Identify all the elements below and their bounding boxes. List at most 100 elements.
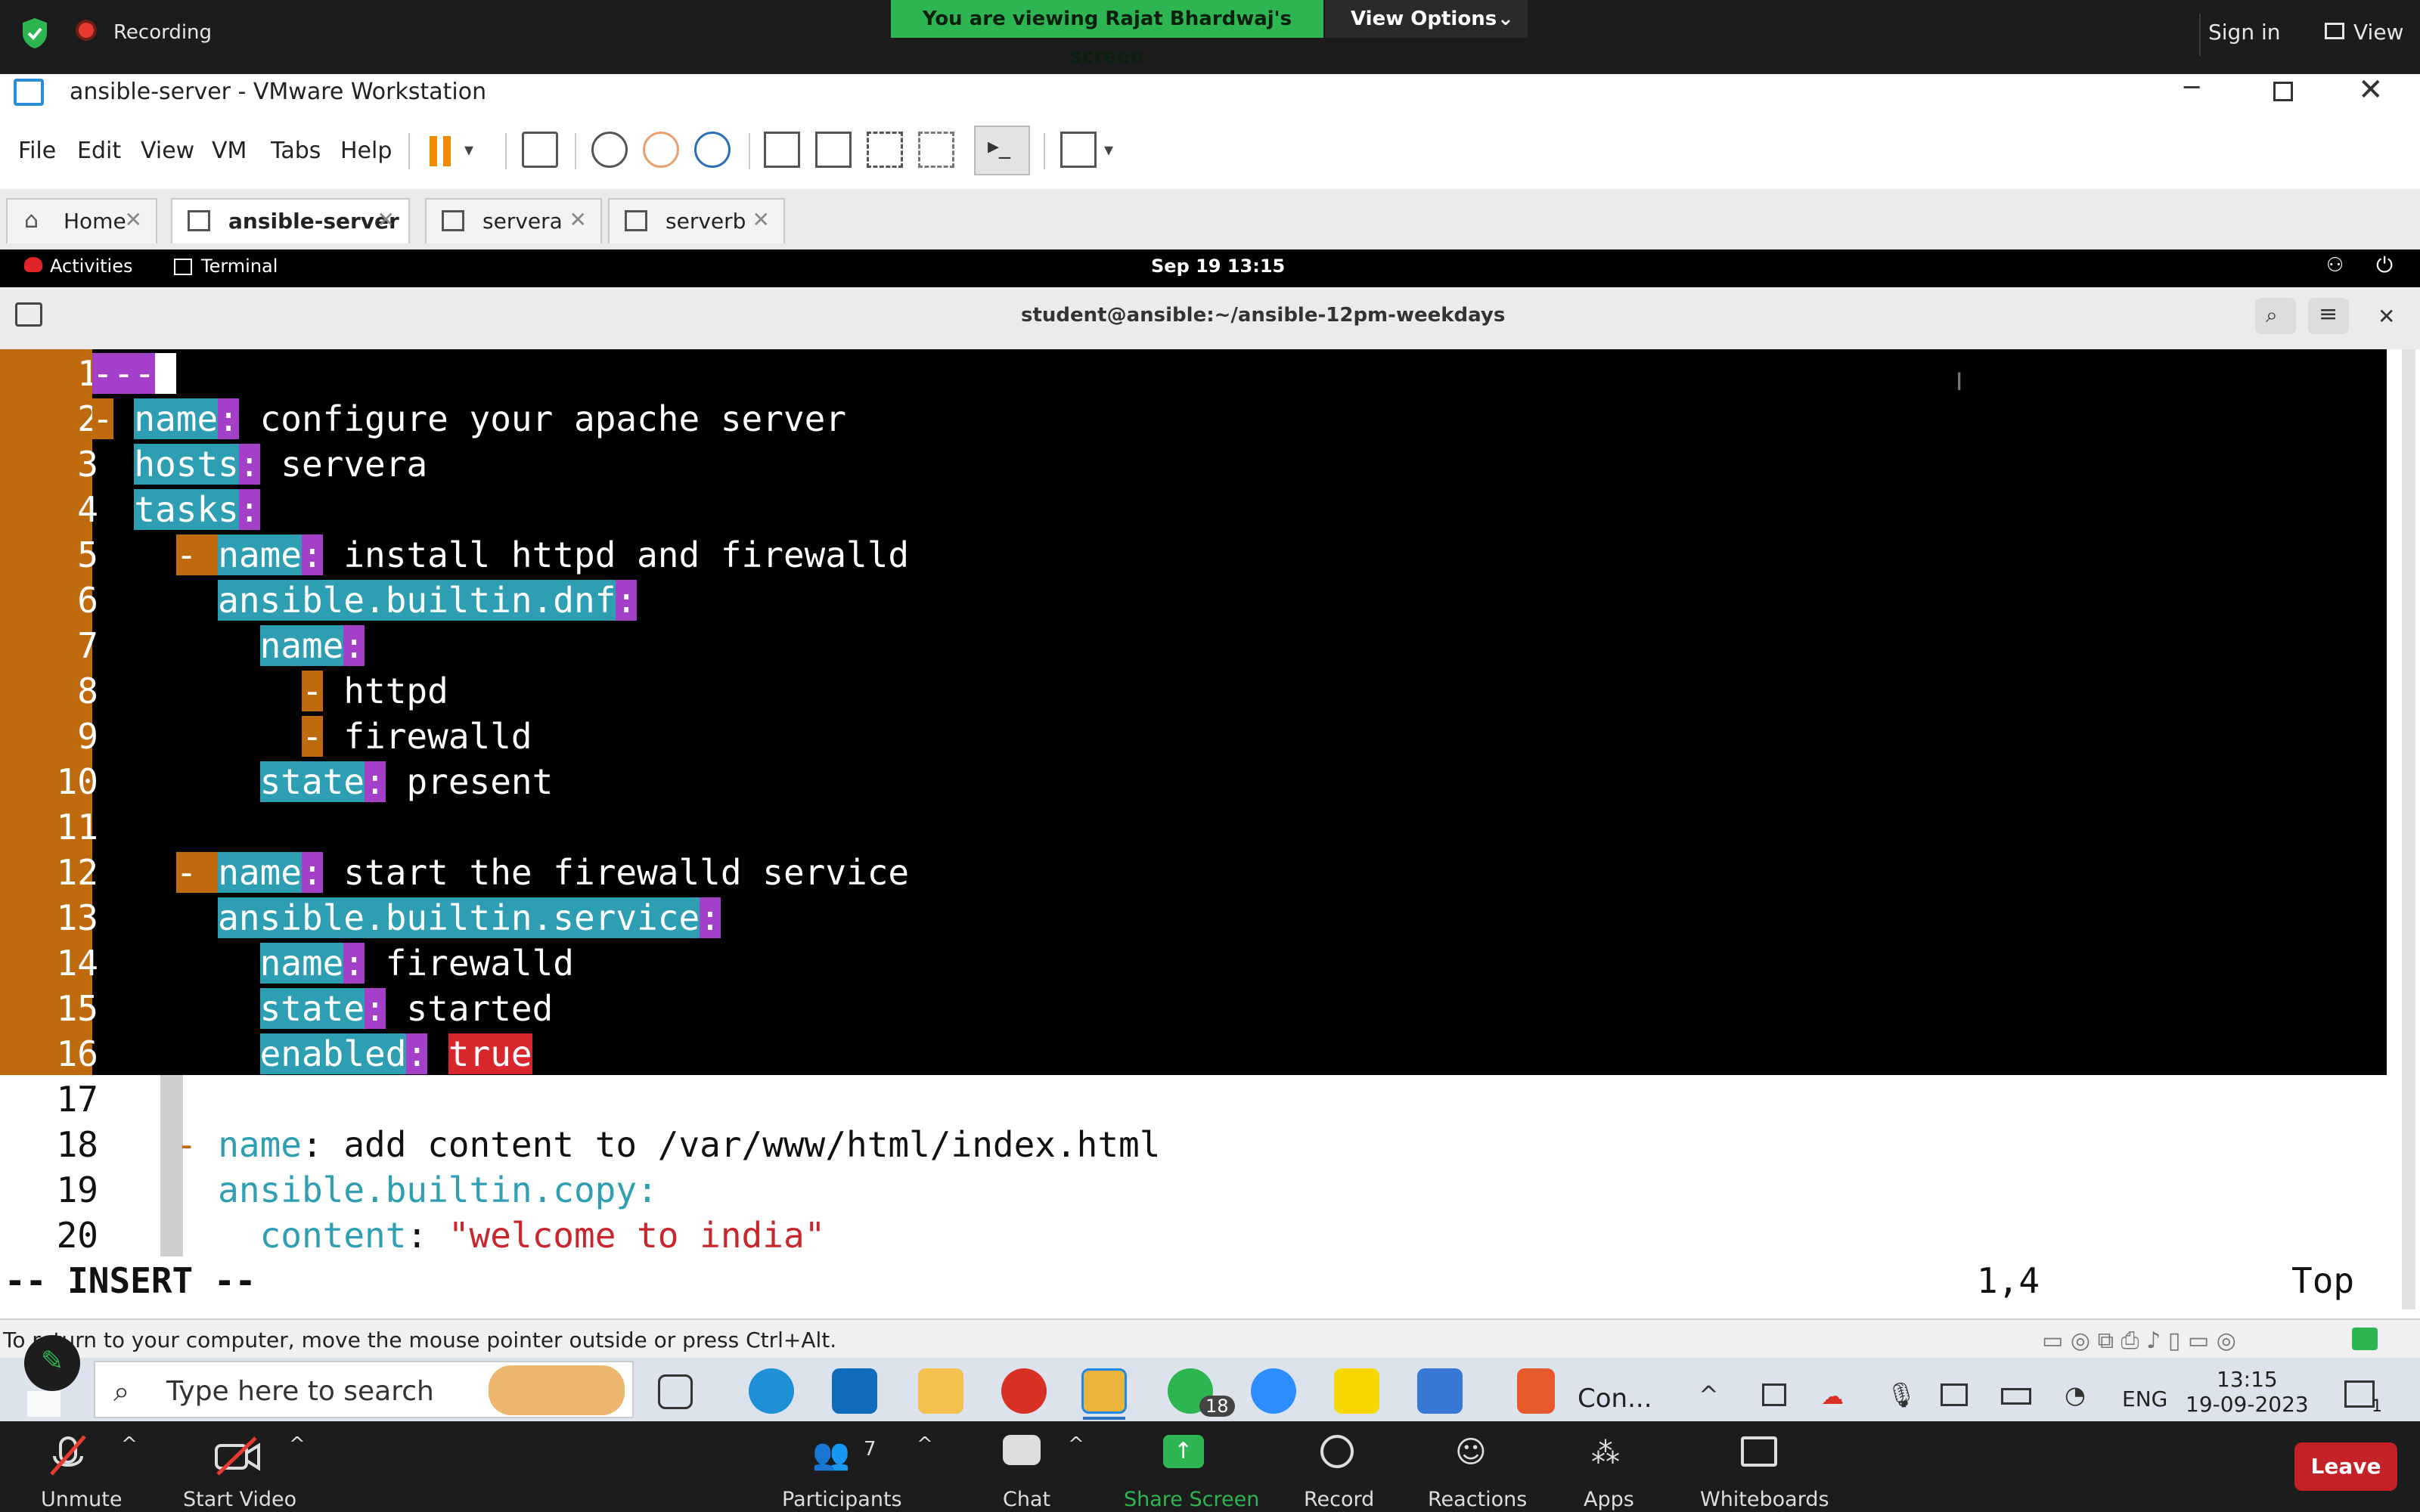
unmute-button[interactable] (45, 1433, 109, 1482)
participants-count: 7 (864, 1438, 876, 1461)
reactions-icon[interactable]: ☺ (1455, 1435, 1487, 1470)
running-app-label[interactable]: Con... (1578, 1383, 1652, 1414)
leave-button[interactable]: Leave (2294, 1442, 2397, 1491)
divider (408, 133, 410, 169)
minimize-button[interactable]: ─ (2184, 73, 2199, 103)
chat-button[interactable]: Chat (1003, 1488, 1050, 1511)
task-view-icon[interactable] (658, 1374, 693, 1409)
power-icon[interactable]: ⏻ (2376, 253, 2393, 278)
snapshot-icon[interactable] (591, 132, 628, 168)
sign-in-button[interactable]: Sign in (2208, 20, 2281, 45)
file-explorer-icon[interactable] (918, 1368, 963, 1414)
terminal-app-menu[interactable]: Terminal (201, 256, 278, 277)
close-icon[interactable]: ✕ (569, 207, 587, 232)
tab-ansible-server[interactable]: ansible-server ✕ (171, 198, 410, 243)
tab-servera[interactable]: servera ✕ (425, 198, 602, 243)
menu-file[interactable]: File (18, 138, 56, 164)
device-status-icons[interactable]: ▭ ◎ ⧉ ⎙ ♪ ▯ ▭ ◎ (2042, 1328, 2236, 1354)
display-icon[interactable] (1941, 1383, 1968, 1406)
chrome-icon[interactable] (1001, 1368, 1047, 1414)
vm-icon (442, 210, 464, 231)
view-button[interactable]: View (2353, 20, 2403, 45)
zoom-icon[interactable] (1251, 1368, 1296, 1414)
record-icon[interactable] (1320, 1435, 1354, 1468)
line-number: 18 (56, 1124, 98, 1165)
outlook-icon[interactable] (832, 1368, 877, 1414)
show-library-icon[interactable] (764, 132, 800, 168)
share-screen-button[interactable]: Share Screen (1124, 1488, 1259, 1511)
new-tab-icon[interactable] (15, 302, 42, 327)
taskbar-clock[interactable]: 13:15 19-09-2023 (2186, 1367, 2309, 1417)
scrollbar[interactable] (2402, 349, 2415, 1309)
chevron-up-icon[interactable]: ^ (1068, 1433, 1084, 1456)
chevron-up-icon[interactable]: ^ (289, 1433, 306, 1456)
vmware-taskbar-icon[interactable] (1081, 1368, 1127, 1414)
menu-vm[interactable]: VM (212, 138, 247, 164)
apps-button[interactable]: Apps (1584, 1488, 1634, 1511)
chevron-up-icon[interactable]: ^ (917, 1433, 933, 1456)
tab-serverb[interactable]: serverb ✕ (608, 198, 785, 243)
onedrive-error-icon[interactable]: ☁ (1821, 1383, 1844, 1410)
full-screen-icon[interactable] (867, 132, 903, 168)
tab-home[interactable]: ⌂ Home ✕ (6, 198, 157, 243)
notification-icon[interactable] (2344, 1380, 2375, 1408)
app-icon[interactable] (1517, 1368, 1555, 1414)
share-screen-icon[interactable]: ↑ (1163, 1435, 1204, 1468)
participants-icon[interactable]: 👥 (812, 1436, 850, 1472)
send-ctrl-alt-del-icon[interactable] (522, 132, 558, 168)
chevron-up-icon[interactable]: ^ (1699, 1380, 1719, 1409)
code-line-10: state: present (259, 761, 554, 802)
stretch-guest-icon[interactable] (1060, 132, 1097, 168)
clock[interactable]: Sep 19 13:15 (1151, 256, 1285, 277)
whiteboard-icon[interactable] (1741, 1436, 1777, 1467)
language-indicator[interactable]: ENG (2122, 1387, 2167, 1411)
chevron-down-icon[interactable]: ▾ (464, 139, 473, 160)
start-video-button[interactable] (213, 1435, 262, 1480)
console-view-button[interactable]: ▸_ (974, 125, 1030, 175)
thumbnail-bar-icon[interactable] (815, 132, 852, 168)
activities-button[interactable]: Activities (50, 256, 133, 277)
battery-icon[interactable] (2001, 1388, 2031, 1405)
line-number: 10 (56, 761, 98, 802)
clock-date: 19-09-2023 (2186, 1392, 2309, 1417)
close-icon[interactable]: ✕ (752, 207, 770, 232)
close-icon[interactable]: ✕ (125, 207, 142, 232)
revert-snapshot-icon[interactable] (643, 132, 679, 168)
message-log-icon[interactable] (2352, 1328, 2378, 1350)
view-options-button[interactable]: View Options ⌄ (1325, 0, 1528, 38)
line-number: 8 (77, 671, 98, 711)
photos-icon[interactable] (1417, 1368, 1463, 1414)
close-terminal-button[interactable]: ✕ (2378, 304, 2395, 329)
edge-icon[interactable] (749, 1368, 794, 1414)
apps-icon[interactable]: ⁂ (1591, 1436, 1620, 1470)
unity-icon[interactable] (918, 132, 954, 168)
chevron-up-icon[interactable]: ^ (121, 1433, 138, 1456)
menu-tabs[interactable]: Tabs (271, 138, 321, 164)
close-window-button[interactable]: ✕ (2358, 73, 2384, 107)
close-icon[interactable]: ✕ (377, 207, 395, 232)
wifi-icon[interactable]: ◔ (2065, 1380, 2086, 1409)
menu-view[interactable]: View (141, 138, 194, 164)
restore-button[interactable] (2273, 82, 2293, 101)
taskbar-search-input[interactable]: ⌕ Type here to search (94, 1361, 634, 1418)
menu-help[interactable]: Help (340, 138, 392, 164)
menu-button[interactable]: ≡ (2308, 298, 2349, 334)
network-icon[interactable]: ⚇ (2326, 254, 2344, 277)
menu-edit[interactable]: Edit (77, 138, 121, 164)
windows-start-icon[interactable] (27, 1391, 60, 1417)
whiteboards-button[interactable]: Whiteboards (1700, 1488, 1829, 1511)
participants-button[interactable]: Participants (782, 1488, 902, 1511)
chevron-down-icon[interactable]: ▾ (1104, 139, 1113, 160)
annotation-pen-button[interactable]: ✎ (24, 1335, 80, 1391)
snapshot-manager-icon[interactable] (694, 132, 731, 168)
reactions-button[interactable]: Reactions (1428, 1488, 1527, 1511)
search-button[interactable]: ⌕ (2255, 298, 2296, 334)
pause-icon[interactable] (430, 136, 437, 166)
chat-icon[interactable] (1003, 1435, 1041, 1465)
camera-icon[interactable] (1762, 1383, 1786, 1406)
record-button[interactable]: Record (1304, 1488, 1374, 1511)
recording-label[interactable]: Recording (113, 21, 212, 44)
miro-icon[interactable] (1334, 1368, 1379, 1414)
microphone-icon[interactable]: 🎙 (1886, 1380, 1917, 1409)
code-line-13: ansible.builtin.service: (218, 897, 721, 938)
